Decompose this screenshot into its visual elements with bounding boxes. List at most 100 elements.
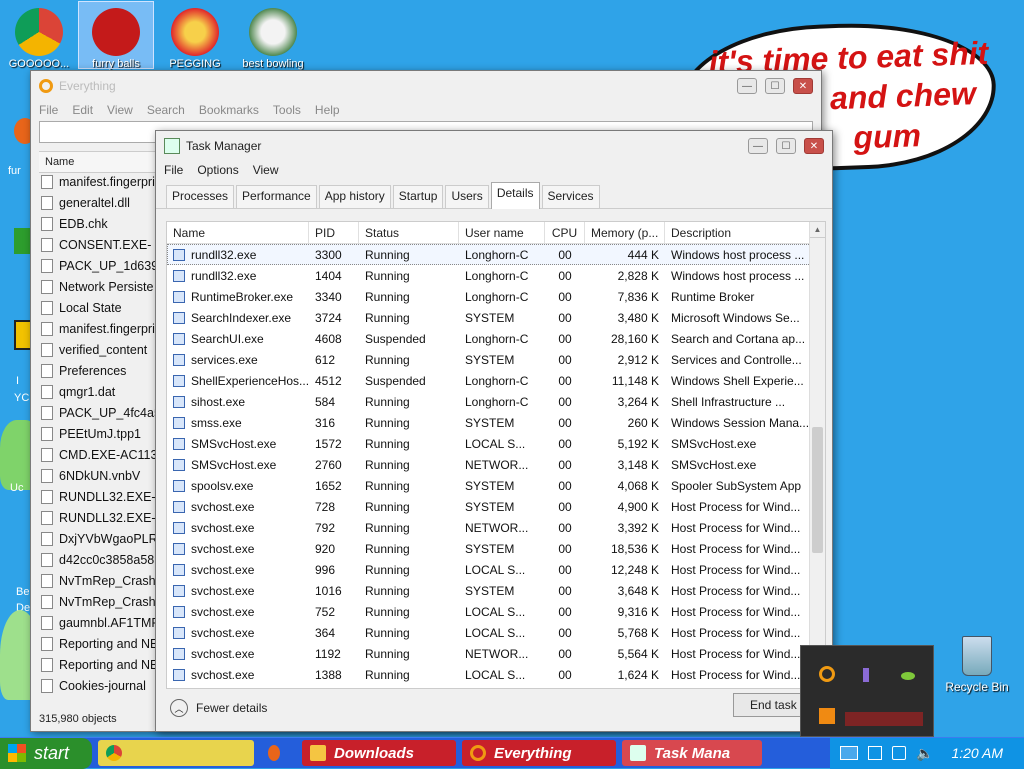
list-item[interactable]: NvTmRep_CrashR [41, 570, 169, 591]
table-row[interactable]: rundll32.exe 1404 Running Longhorn-C 00 2,828… [167, 265, 825, 286]
close-button[interactable]: ✕ [804, 138, 824, 154]
table-row[interactable]: svchost.exe 1192 Running NETWOR... 00 5,564 K… [167, 643, 825, 664]
list-item[interactable]: PEEtUmJ.tpp1 [41, 423, 169, 444]
list-item[interactable]: gaumnbl.AF1TMP [41, 612, 169, 633]
taskbar-button-downloads[interactable]: Downloads [302, 740, 456, 766]
network-icon[interactable] [868, 746, 882, 760]
vertical-scrollbar[interactable]: ▲ [809, 222, 825, 688]
list-item[interactable]: CONSENT.EXE- [41, 234, 169, 255]
table-row[interactable]: svchost.exe 752 Running LOCAL S... 00 9,316 K… [167, 601, 825, 622]
table-row[interactable]: svchost.exe 364 Running LOCAL S... 00 5,768 K… [167, 622, 825, 643]
list-item[interactable]: NvTmRep_CrashR [41, 591, 169, 612]
taskbar-button-task-manager[interactable]: Task Mana [622, 740, 762, 766]
desktop-icon-chrome[interactable]: GOOOOO... [2, 2, 76, 70]
everything-titlebar[interactable]: Everything — ☐ ✕ [31, 71, 821, 101]
close-button[interactable]: ✕ [793, 78, 813, 94]
scroll-up-arrow-icon[interactable]: ▲ [810, 222, 825, 238]
tray-app-icon[interactable] [863, 668, 869, 682]
taskbar-button-firefox[interactable] [260, 740, 296, 766]
maximize-button[interactable]: ☐ [765, 78, 785, 94]
volume-icon[interactable]: 🔈 [916, 745, 933, 762]
display-icon[interactable] [892, 746, 906, 760]
list-item[interactable]: Reporting and NE [41, 654, 169, 675]
table-row[interactable]: svchost.exe 1388 Running LOCAL S... 00 1,624 … [167, 664, 825, 685]
table-row[interactable]: SearchIndexer.exe 3724 Running SYSTEM 00 3,48… [167, 307, 825, 328]
column-header-name[interactable]: Name [39, 151, 169, 173]
table-row[interactable]: svchost.exe 728 Running SYSTEM 00 4,900 K Host… [167, 496, 825, 517]
menu-view[interactable]: View [253, 163, 279, 177]
table-row[interactable]: SMSvcHost.exe 2760 Running NETWOR... 00 3,148… [167, 454, 825, 475]
list-item[interactable]: d42cc0c3858a58 [41, 549, 169, 570]
tab-startup[interactable]: Startup [392, 185, 444, 208]
list-item[interactable]: Network Persiste [41, 276, 169, 297]
list-item[interactable]: Reporting and NE [41, 633, 169, 654]
list-item[interactable]: EDB.chk [41, 213, 169, 234]
tab-details[interactable]: Details [490, 182, 540, 209]
list-item[interactable]: RUNDLL32.EXE- [41, 486, 169, 507]
table-row[interactable]: services.exe 612 Running SYSTEM 00 2,912 K Ser… [167, 349, 825, 370]
column-header-name[interactable]: Name [167, 222, 309, 243]
column-header-status[interactable]: Status [359, 222, 459, 243]
table-row[interactable]: svchost.exe 1016 Running SYSTEM 00 3,648 K Hos… [167, 580, 825, 601]
table-row[interactable]: sihost.exe 584 Running Longhorn-C 00 3,264 K S… [167, 391, 825, 412]
column-header-user[interactable]: User name [459, 222, 545, 243]
list-item[interactable]: Cookies-journal [41, 675, 169, 696]
show-hidden-icons-icon[interactable] [840, 746, 858, 760]
maximize-button[interactable]: ☐ [776, 138, 796, 154]
desktop-icon-best-bowling[interactable]: best bowling [236, 2, 310, 70]
column-header-memory[interactable]: Memory (p... [585, 222, 665, 243]
list-item[interactable]: manifest.fingerpri [41, 171, 169, 192]
desktop-icon-pegging[interactable]: PEGGING [158, 2, 232, 70]
table-row[interactable]: RuntimeBroker.exe 3340 Running Longhorn-C 00… [167, 286, 825, 307]
list-item[interactable]: PACK_UP_1d639f [41, 255, 169, 276]
tab-users[interactable]: Users [445, 185, 489, 208]
column-header-pid[interactable]: PID [309, 222, 359, 243]
menu-tools[interactable]: Tools [273, 103, 301, 117]
table-row[interactable]: svchost.exe 996 Running LOCAL S... 00 12,248 … [167, 559, 825, 580]
list-item[interactable]: generaltel.dll [41, 192, 169, 213]
menu-edit[interactable]: Edit [72, 103, 93, 117]
taskbar-button-chrome[interactable] [98, 740, 254, 766]
list-item[interactable]: manifest.fingerpri [41, 318, 169, 339]
list-item[interactable]: Local State [41, 297, 169, 318]
list-item[interactable]: PACK_UP_4fc4a5 [41, 402, 169, 423]
everything-tray-icon[interactable] [819, 666, 835, 682]
list-item[interactable]: Preferences [41, 360, 169, 381]
table-row[interactable]: SMSvcHost.exe 1572 Running LOCAL S... 00 5,19… [167, 433, 825, 454]
taskbar-button-everything[interactable]: Everything [462, 740, 616, 766]
tray-app-icon-3[interactable] [845, 712, 923, 726]
task-manager-titlebar[interactable]: Task Manager — ☐ ✕ [156, 131, 832, 161]
table-row[interactable]: smss.exe 316 Running SYSTEM 00 260 K Windows S… [167, 412, 825, 433]
table-row[interactable]: rundll32.exe 3300 Running Longhorn-C 00 444 K… [167, 244, 825, 265]
list-item[interactable]: qmgr1.dat [41, 381, 169, 402]
nvidia-tray-icon[interactable] [901, 672, 915, 680]
desktop-icon-recycle-bin[interactable]: Recycle Bin [940, 636, 1014, 694]
menu-help[interactable]: Help [315, 103, 340, 117]
table-row[interactable]: svchost.exe 792 Running NETWOR... 00 3,392 K H… [167, 517, 825, 538]
fewer-details-toggle[interactable]: ︿ Fewer details [170, 699, 267, 717]
menu-file[interactable]: File [39, 103, 58, 117]
list-item[interactable]: verified_content [41, 339, 169, 360]
list-item[interactable]: DxjYVbWgaoPLR [41, 528, 169, 549]
table-row[interactable]: ShellExperienceHos... 4512 Suspended Longho… [167, 370, 825, 391]
tab-processes[interactable]: Processes [166, 185, 235, 208]
list-item[interactable]: 6NDkUN.vnbV [41, 465, 169, 486]
minimize-button[interactable]: — [737, 78, 757, 94]
table-row[interactable]: SearchUI.exe 4608 Suspended Longhorn-C 00 28,… [167, 328, 825, 349]
menu-view[interactable]: View [107, 103, 133, 117]
menu-options[interactable]: Options [197, 163, 238, 177]
column-header-cpu[interactable]: CPU [545, 222, 585, 243]
menu-search[interactable]: Search [147, 103, 185, 117]
desktop-icon-furry-balls[interactable]: furry balls [78, 1, 154, 70]
column-header-description[interactable]: Description [665, 222, 813, 243]
tray-app-icon-2[interactable] [819, 708, 835, 724]
minimize-button[interactable]: — [748, 138, 768, 154]
start-button[interactable]: start [0, 737, 92, 769]
table-row[interactable]: spoolsv.exe 1652 Running SYSTEM 00 4,068 K Spo… [167, 475, 825, 496]
menu-bookmarks[interactable]: Bookmarks [199, 103, 259, 117]
tab-performance[interactable]: Performance [236, 185, 317, 208]
list-item[interactable]: CMD.EXE-AC113A [41, 444, 169, 465]
menu-file[interactable]: File [164, 163, 183, 177]
scrollbar-thumb[interactable] [812, 427, 823, 553]
clock-time[interactable]: 1:20 AM [951, 745, 1003, 761]
